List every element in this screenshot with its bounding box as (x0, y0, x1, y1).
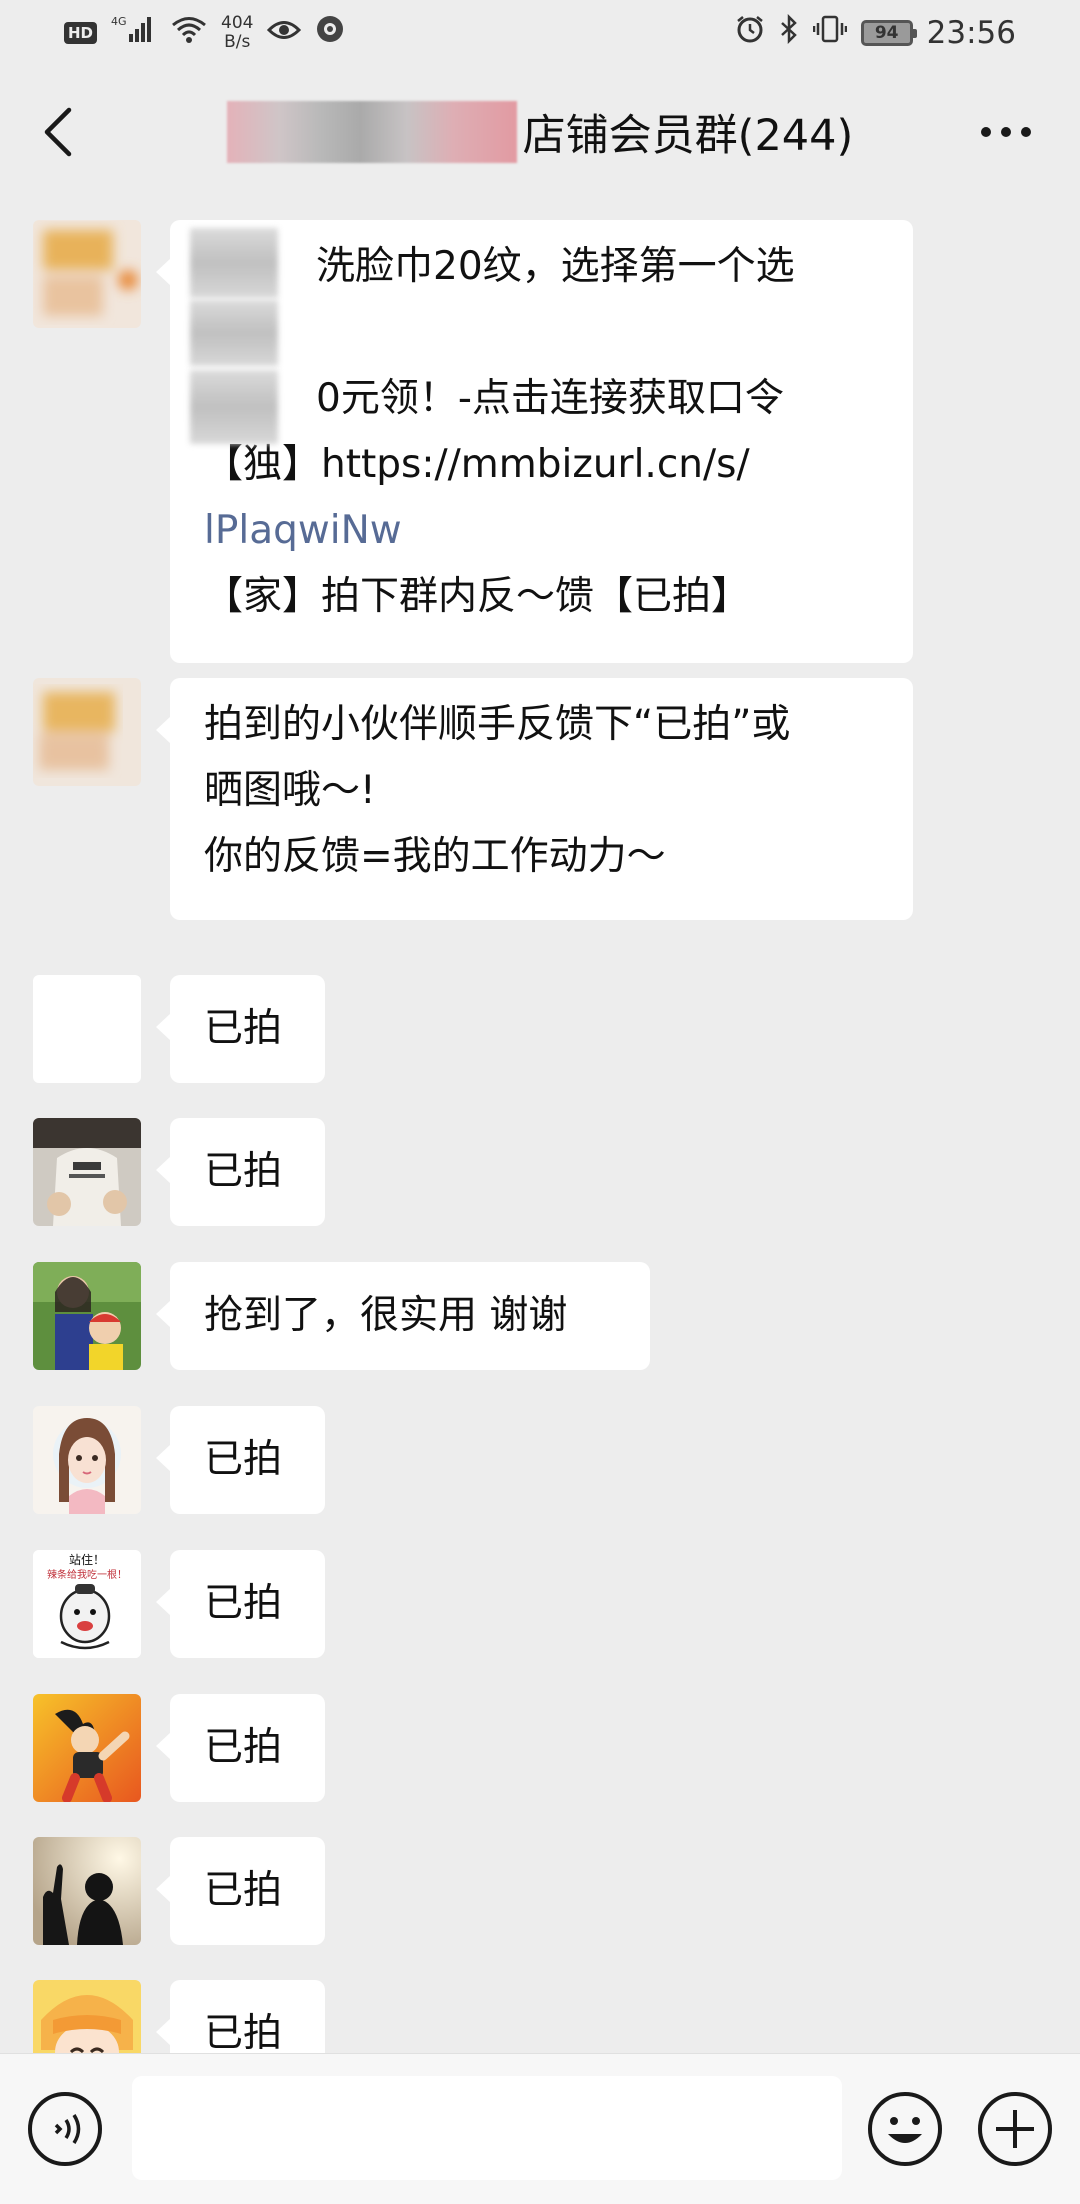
message-bubble[interactable]: 已拍 (156, 1694, 325, 1802)
battery-icon: 94 (860, 20, 917, 46)
avatar-image (33, 1837, 141, 1945)
message-line: 抢到了，很实用 谢谢 (204, 1293, 568, 1338)
message-item: 抢到了，很实用 谢谢 (0, 1262, 1080, 1372)
redaction-block (190, 370, 278, 444)
message-bubble[interactable]: 已拍 (156, 1980, 325, 2053)
more-button[interactable] (976, 106, 1036, 158)
nav-bar: 店铺会员群(244) (0, 66, 1080, 198)
message-line: 【独】https://mmbizurl.cn/s/ (204, 432, 879, 498)
status-bar: HD 4G 404 B/s 94 23:56 (0, 0, 1080, 66)
hd-badge: HD (64, 22, 98, 44)
back-button[interactable] (30, 104, 86, 160)
status-time: 23:56 (926, 15, 1016, 51)
network-type-label: 4G (111, 15, 127, 28)
message-bubble[interactable]: 已拍 (156, 1406, 325, 1514)
vibrate-icon (812, 14, 847, 52)
battery-level: 94 (874, 23, 899, 43)
message-line: 【家】拍下群内反～馈【已拍】 (204, 574, 751, 619)
message-item: 已拍 (0, 1980, 1080, 2053)
message-line: 你的反馈=我的工作动力～ (204, 834, 666, 879)
plus-icon (978, 2092, 1052, 2166)
avatar[interactable] (33, 1837, 141, 1945)
chevron-left-icon (44, 107, 72, 157)
redaction-block (190, 300, 278, 366)
eye-icon (267, 16, 302, 51)
avatar-image (33, 1262, 141, 1370)
message-link-prefix: 【独】https://mmbizurl.cn/s/ (204, 442, 750, 487)
app-notification-icon (315, 14, 345, 52)
message-link[interactable]: lPlaqwiNw (204, 498, 879, 564)
network-speed: 404 B/s (221, 14, 253, 52)
more-dots-icon (981, 127, 1031, 137)
message-item: 已拍 (0, 975, 1080, 1085)
status-left: HD 4G 404 B/s (64, 14, 345, 52)
message-line: 已拍 (204, 1725, 283, 1770)
message-line: 已拍 (204, 1868, 283, 1913)
avatar-image (33, 1694, 141, 1802)
alarm-icon (735, 14, 765, 52)
message-line: 已拍 (204, 1006, 283, 1051)
avatar[interactable] (33, 220, 141, 328)
avatar-caption-top: 站住！ (69, 1553, 105, 1567)
avatar[interactable] (33, 678, 141, 786)
message-item: 已拍 (0, 1406, 1080, 1516)
title-redaction (226, 101, 517, 163)
avatar-image (33, 1406, 141, 1514)
message-line (204, 300, 879, 366)
message-item: 洗脸巾20纹，选择第一个选 0元领！-点击连接获取口令 【独】https://m… (0, 220, 1080, 665)
message-bubble[interactable]: 已拍 (156, 1550, 325, 1658)
message-item: 拍到的小伙伴顺手反馈下“已拍”或 晒图哦～! 你的反馈=我的工作动力～ (0, 678, 1080, 920)
message-bubble[interactable]: 已拍 (156, 975, 325, 1083)
avatar[interactable] (33, 1694, 141, 1802)
message-bubble[interactable]: 已拍 (156, 1118, 325, 1226)
message-item: 站住！ 辣条给我吃一根！ 已拍 (0, 1550, 1080, 1660)
more-functions-button[interactable] (976, 2090, 1054, 2168)
message-input[interactable] (132, 2076, 842, 2180)
avatar-image (33, 1980, 141, 2053)
message-item: 已拍 (0, 1118, 1080, 1228)
voice-icon (28, 2092, 102, 2166)
avatar-caption-bottom: 辣条给我吃一根！ (47, 1568, 127, 1581)
bluetooth-icon (779, 13, 799, 52)
avatar-image (33, 220, 141, 328)
redaction-block (190, 228, 278, 298)
emoji-icon (868, 2092, 942, 2166)
avatar[interactable] (33, 1262, 141, 1370)
avatar[interactable] (33, 1980, 141, 2053)
wifi-icon (171, 14, 207, 52)
message-line: 已拍 (204, 1437, 283, 1482)
voice-button[interactable] (26, 2090, 104, 2168)
network-speed-value: 404 (221, 13, 254, 33)
avatar[interactable]: 站住！ 辣条给我吃一根！ (33, 1550, 141, 1658)
message-item: 已拍 (0, 1694, 1080, 1804)
message-line: 拍到的小伙伴顺手反馈下“已拍”或 (204, 702, 791, 747)
message-bubble[interactable]: 拍到的小伙伴顺手反馈下“已拍”或 晒图哦～! 你的反馈=我的工作动力～ (156, 678, 913, 920)
status-right: 94 23:56 (735, 13, 1016, 52)
chat-message-list[interactable]: 洗脸巾20纹，选择第一个选 0元领！-点击连接获取口令 【独】https://m… (0, 198, 1080, 2053)
chat-title: 店铺会员群(244) (226, 101, 854, 163)
avatar[interactable] (33, 1118, 141, 1226)
avatar-image: 站住！ 辣条给我吃一根！ (33, 1550, 141, 1658)
avatar-image (33, 678, 141, 786)
message-line: 洗脸巾20纹，选择第一个选 (316, 244, 795, 289)
network-speed-unit: B/s (224, 32, 251, 52)
message-line: 0元领！-点击连接获取口令 (316, 376, 784, 421)
message-bubble[interactable]: 抢到了，很实用 谢谢 (156, 1262, 650, 1370)
avatar-image (33, 1118, 141, 1226)
message-line: 晒图哦～! (204, 768, 376, 813)
avatar[interactable] (33, 1406, 141, 1514)
chat-title-text: 店铺会员群(244) (522, 111, 854, 161)
emoji-button[interactable] (866, 2090, 944, 2168)
signal-icon: 4G (111, 14, 157, 52)
message-bubble[interactable]: 洗脸巾20纹，选择第一个选 0元领！-点击连接获取口令 【独】https://m… (156, 220, 913, 663)
message-bubble[interactable]: 已拍 (156, 1837, 325, 1945)
message-line: 已拍 (204, 2011, 283, 2053)
message-line: 已拍 (204, 1149, 283, 1194)
message-item: 已拍 (0, 1837, 1080, 1947)
message-line: 已拍 (204, 1581, 283, 1626)
avatar[interactable] (33, 975, 141, 1083)
chat-input-bar (0, 2053, 1080, 2204)
